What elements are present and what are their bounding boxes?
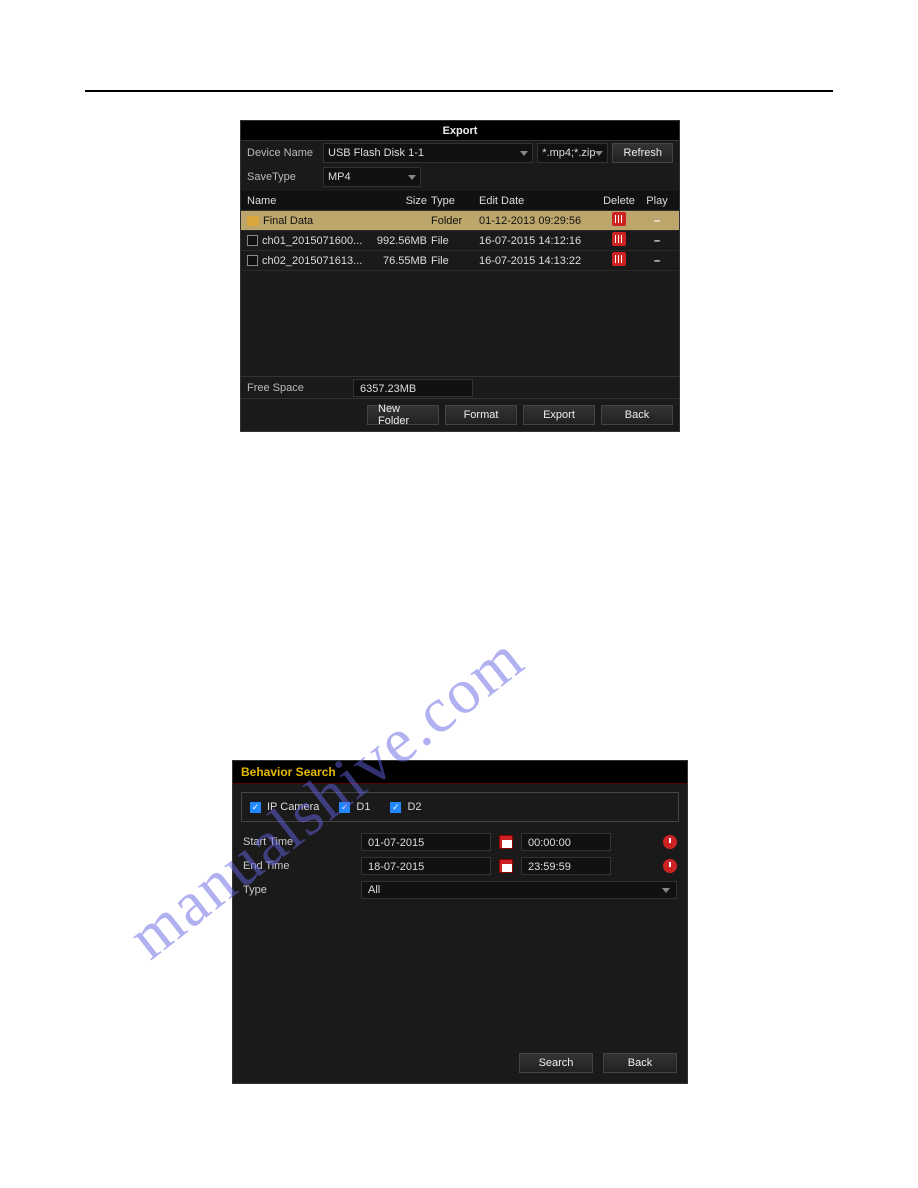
device-name-label: Device Name bbox=[247, 147, 319, 159]
col-delete: Delete bbox=[599, 195, 639, 207]
table-row[interactable]: Final Data Folder 01-12-2013 09:29:56 – bbox=[241, 211, 679, 231]
start-time-label: Start Time bbox=[243, 836, 353, 848]
ip-camera-checkbox[interactable]: ✓ IP Camera bbox=[250, 801, 319, 813]
col-size[interactable]: Size bbox=[371, 195, 431, 207]
file-date: 16-07-2015 14:12:16 bbox=[471, 235, 599, 247]
free-space-label: Free Space bbox=[247, 382, 347, 394]
start-time-input[interactable]: 00:00:00 bbox=[521, 833, 611, 851]
d2-checkbox[interactable]: ✓ D2 bbox=[390, 801, 421, 813]
play-icon[interactable]: – bbox=[654, 255, 660, 267]
ip-camera-label: IP Camera bbox=[267, 801, 319, 813]
search-button[interactable]: Search bbox=[519, 1053, 593, 1073]
chevron-down-icon bbox=[595, 151, 603, 156]
save-type-select[interactable]: MP4 bbox=[323, 167, 421, 187]
calendar-icon[interactable] bbox=[499, 835, 513, 849]
chevron-down-icon bbox=[520, 151, 528, 156]
chevron-down-icon bbox=[662, 888, 670, 893]
play-icon[interactable]: – bbox=[654, 235, 660, 247]
refresh-button[interactable]: Refresh bbox=[612, 143, 673, 163]
folder-icon bbox=[247, 216, 259, 226]
file-filter-value: *.mp4;*.zip bbox=[542, 147, 595, 159]
d1-checkbox[interactable]: ✓ D1 bbox=[339, 801, 370, 813]
device-name-select[interactable]: USB Flash Disk 1-1 bbox=[323, 143, 533, 163]
save-type-value: MP4 bbox=[328, 171, 351, 183]
d2-label: D2 bbox=[407, 801, 421, 813]
free-space-value: 6357.23MB bbox=[353, 379, 473, 397]
col-play: Play bbox=[639, 195, 675, 207]
page-divider bbox=[85, 90, 833, 92]
file-type: File bbox=[431, 255, 471, 267]
file-name: ch01_2015071600... bbox=[262, 235, 362, 247]
col-date[interactable]: Edit Date bbox=[471, 195, 599, 207]
device-name-value: USB Flash Disk 1-1 bbox=[328, 147, 424, 159]
file-filter-select[interactable]: *.mp4;*.zip bbox=[537, 143, 608, 163]
checkbox-icon: ✓ bbox=[390, 802, 401, 813]
file-date: 01-12-2013 09:29:56 bbox=[471, 215, 599, 227]
table-header: Name Size Type Edit Date Delete Play bbox=[241, 191, 679, 211]
camera-selection: ✓ IP Camera ✓ D1 ✓ D2 bbox=[241, 792, 679, 822]
col-type[interactable]: Type bbox=[431, 195, 471, 207]
export-dialog: Export Device Name USB Flash Disk 1-1 *.… bbox=[240, 120, 680, 432]
end-date-input[interactable]: 18-07-2015 bbox=[361, 857, 491, 875]
chevron-down-icon bbox=[408, 175, 416, 180]
file-size: 76.55MB bbox=[371, 255, 431, 267]
back-button[interactable]: Back bbox=[601, 405, 673, 425]
clock-icon[interactable] bbox=[663, 859, 677, 873]
behavior-title: Behavior Search bbox=[233, 761, 687, 784]
trash-icon[interactable] bbox=[612, 232, 626, 246]
checkbox-icon[interactable] bbox=[247, 235, 258, 246]
d1-label: D1 bbox=[356, 801, 370, 813]
trash-icon[interactable] bbox=[612, 212, 626, 226]
file-name: ch02_2015071613... bbox=[262, 255, 362, 267]
back-button[interactable]: Back bbox=[603, 1053, 677, 1073]
checkbox-icon: ✓ bbox=[250, 802, 261, 813]
file-size: 992.56MB bbox=[371, 235, 431, 247]
play-icon[interactable]: – bbox=[654, 215, 660, 227]
checkbox-icon: ✓ bbox=[339, 802, 350, 813]
export-button[interactable]: Export bbox=[523, 405, 595, 425]
end-time-label: End Time bbox=[243, 860, 353, 872]
file-name: Final Data bbox=[263, 215, 313, 227]
file-table: Name Size Type Edit Date Delete Play Fin… bbox=[241, 191, 679, 376]
behavior-search-dialog: Behavior Search ✓ IP Camera ✓ D1 ✓ D2 St… bbox=[232, 760, 688, 1084]
table-row[interactable]: ch01_2015071600... 992.56MB File 16-07-2… bbox=[241, 231, 679, 251]
export-title: Export bbox=[241, 121, 679, 141]
end-time-input[interactable]: 23:59:59 bbox=[521, 857, 611, 875]
calendar-icon[interactable] bbox=[499, 859, 513, 873]
file-type: Folder bbox=[431, 215, 471, 227]
new-folder-button[interactable]: New Folder bbox=[367, 405, 439, 425]
save-type-label: SaveType bbox=[247, 171, 319, 183]
type-label: Type bbox=[243, 884, 353, 896]
table-row[interactable]: ch02_2015071613... 76.55MB File 16-07-20… bbox=[241, 251, 679, 271]
file-date: 16-07-2015 14:13:22 bbox=[471, 255, 599, 267]
trash-icon[interactable] bbox=[612, 252, 626, 266]
format-button[interactable]: Format bbox=[445, 405, 517, 425]
clock-icon[interactable] bbox=[663, 835, 677, 849]
start-date-input[interactable]: 01-07-2015 bbox=[361, 833, 491, 851]
col-name[interactable]: Name bbox=[241, 195, 371, 207]
checkbox-icon[interactable] bbox=[247, 255, 258, 266]
type-select[interactable]: All bbox=[361, 881, 677, 899]
type-value: All bbox=[368, 881, 380, 899]
file-type: File bbox=[431, 235, 471, 247]
